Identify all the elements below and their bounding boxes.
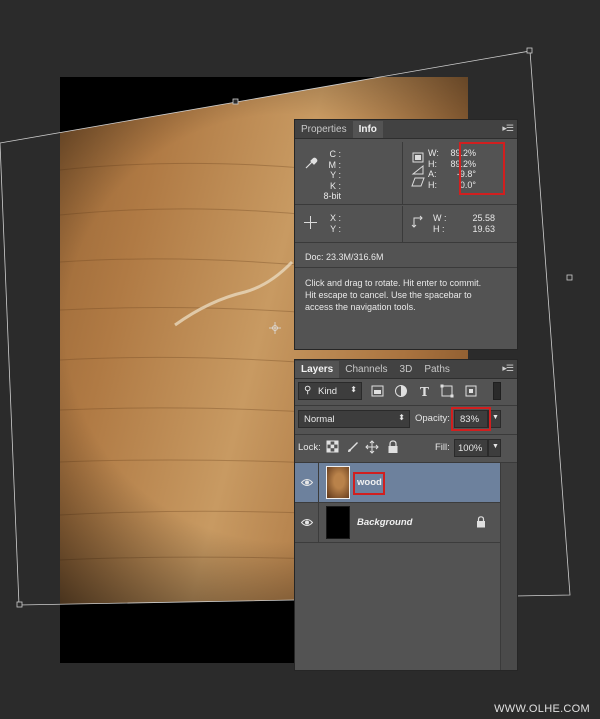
transform-handle-middle-right[interactable] [566, 274, 573, 281]
panel-menu-icon[interactable]: ▸☰ [502, 123, 514, 134]
panel-menu-icon[interactable]: ▸☰ [502, 363, 514, 374]
layers-panel-tabbar: Layers Channels 3D Paths ▸☰ [295, 360, 517, 379]
pixel-filter-icon [371, 385, 384, 397]
visibility-toggle[interactable] [295, 503, 319, 543]
layers-panel: Layers Channels 3D Paths ▸☰ ⚲ Kind ⬍ T N… [294, 359, 518, 671]
blend-mode-value: Normal [304, 414, 335, 425]
doc-size: Doc: 23.3M/316.6M [305, 252, 384, 262]
bit-depth: 8-bit [323, 191, 341, 201]
visibility-toggle[interactable] [295, 463, 319, 503]
lock-brush-icon [348, 442, 358, 452]
fill-field[interactable]: 100% [454, 439, 488, 457]
tab-info[interactable]: Info [352, 121, 383, 138]
fill-slider-button[interactable]: ▼ [488, 439, 501, 457]
smart-object-filter-icon [465, 385, 477, 397]
layer-row-wood[interactable]: wood [295, 463, 501, 503]
search-icon: ⚲ [304, 385, 312, 396]
watermark: WWW.OLHE.COM [494, 703, 590, 715]
opacity-label: Opacity: [415, 413, 450, 424]
fill-value: 100% [458, 443, 483, 454]
opacity-highlight-box [451, 407, 491, 431]
transform-handle-top-middle[interactable] [232, 98, 239, 105]
transform-highlight-box [459, 142, 505, 195]
info-panel-tabbar: Properties Info ▸☰ [295, 120, 517, 139]
label-y-coord: Y : [330, 223, 341, 234]
chevron-down-icon: ▼ [492, 414, 499, 421]
coordinate-readout: X : Y : [305, 213, 345, 234]
dropdown-arrows-icon: ⬍ [350, 385, 357, 394]
layers-scrollbar[interactable] [500, 463, 517, 670]
hint-line-2: Hit escape to cancel. Use the spacebar t… [305, 290, 472, 300]
layer-thumbnail-wood [326, 466, 350, 499]
lock-icon [477, 516, 485, 528]
adjustment-filter-icon [395, 385, 407, 397]
blend-mode-dropdown[interactable]: Normal ⬍ [298, 410, 410, 428]
label-c: C : [329, 149, 341, 159]
tab-channels[interactable]: Channels [339, 361, 393, 378]
lock-move-icon [365, 440, 379, 454]
lock-transparent-icon[interactable] [326, 440, 339, 453]
filter-toggle-switch[interactable] [493, 382, 501, 400]
fill-label: Fill: [435, 442, 450, 453]
layer-thumbnail-background [326, 506, 350, 539]
info-panel: Properties Info ▸☰ C : M : Y : K : 8-bit… [294, 119, 518, 350]
shape-filter-icon [440, 384, 454, 398]
eye-icon [301, 479, 313, 486]
label-m: M : [328, 159, 342, 170]
size-width-value: 25.58 [472, 213, 495, 223]
dropdown-arrows-icon: ⬍ [398, 413, 405, 422]
tab-properties[interactable]: Properties [295, 121, 353, 138]
chevron-down-icon: ▼ [492, 443, 499, 450]
skew-icon [411, 177, 425, 187]
layer-row-background[interactable]: Background [295, 503, 501, 543]
lock-all-icon [388, 440, 398, 453]
filter-icons: T [371, 384, 477, 398]
tab-layers[interactable]: Layers [295, 361, 340, 378]
type-filter-icon: T [420, 385, 429, 398]
hint-text: Click and drag to rotate. Hit enter to c… [305, 277, 481, 313]
lock-label: Lock: [298, 442, 321, 453]
size-readout: W :25.58 H :19.63 [433, 213, 495, 234]
kind-filter-dropdown[interactable]: ⚲ Kind ⬍ [298, 382, 362, 400]
transform-icons [411, 152, 425, 187]
color-readout: C : M : Y : K : 8-bit [305, 149, 345, 202]
layer-name-background[interactable]: Background [357, 517, 412, 528]
label-y: Y : [330, 170, 341, 180]
layer-name-highlight-box [353, 472, 385, 495]
transform-handle-top-right[interactable] [526, 47, 533, 54]
hint-line-3: access the navigation tools. [305, 302, 416, 312]
lock-icons [326, 440, 398, 454]
label-k: K : [329, 180, 341, 191]
selection-size-icon [411, 215, 423, 228]
hint-line-1: Click and drag to rotate. Hit enter to c… [305, 278, 482, 288]
tab-3d[interactable]: 3D [394, 361, 419, 378]
eye-icon [301, 519, 313, 526]
transform-handle-bottom-left[interactable] [16, 601, 23, 608]
kind-label: Kind [318, 386, 338, 397]
tab-paths[interactable]: Paths [418, 361, 456, 378]
label-x: X : [329, 213, 341, 223]
angle-icon [411, 164, 424, 175]
size-height-value: 19.63 [472, 223, 495, 234]
